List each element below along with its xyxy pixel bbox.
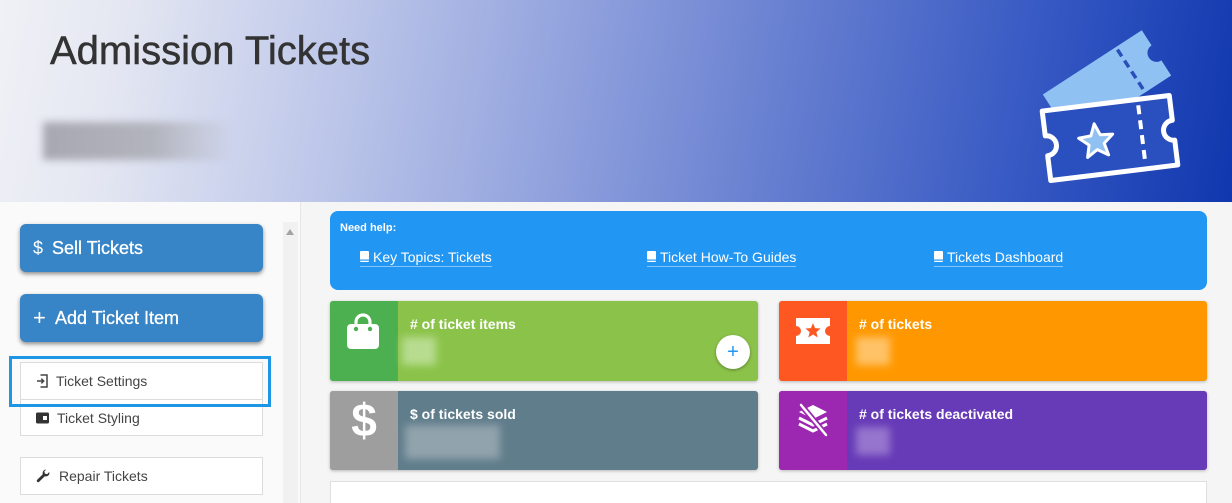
stat-card-icon-area xyxy=(779,301,847,381)
stat-label: # of tickets xyxy=(859,316,933,332)
redacted-subtitle xyxy=(43,122,233,160)
redacted-value xyxy=(856,427,890,455)
dollar-icon: $ xyxy=(33,238,44,258)
sidebar-item-label: Repair Tickets xyxy=(59,468,148,484)
book-icon xyxy=(934,251,943,262)
help-link-label: Tickets Dashboard xyxy=(947,248,1064,265)
wallet-icon xyxy=(36,412,49,423)
redacted-value xyxy=(856,337,890,365)
redacted-value xyxy=(402,337,436,365)
ticket-star-icon xyxy=(796,318,830,344)
content-panel xyxy=(330,481,1207,503)
help-panel: Need help: Key Topics: Tickets Ticket Ho… xyxy=(330,211,1207,290)
stat-card-icon-area xyxy=(330,301,398,381)
page-title: Admission Tickets xyxy=(50,29,371,74)
stat-card-tickets-deactivated: # of tickets deactivated xyxy=(779,391,1207,470)
scroll-up-arrow-icon[interactable] xyxy=(286,229,294,235)
stat-label: $ of tickets sold xyxy=(410,406,516,422)
book-icon xyxy=(360,251,369,262)
page-header: Admission Tickets xyxy=(0,0,1232,202)
layers-slash-icon xyxy=(798,403,829,437)
add-ticket-item-label: Add Ticket Item xyxy=(55,308,180,328)
sign-in-icon xyxy=(36,374,48,388)
help-title: Need help: xyxy=(340,222,397,234)
sidebar-scrollbar[interactable] xyxy=(283,222,298,503)
sell-tickets-label: Sell Tickets xyxy=(52,238,144,258)
help-link-how-to-guides[interactable]: Ticket How-To Guides xyxy=(647,247,797,267)
dollar-icon: $ xyxy=(351,394,377,446)
sell-tickets-button[interactable]: $ Sell Tickets xyxy=(20,224,263,272)
sidebar-item-ticket-settings[interactable]: Ticket Settings xyxy=(20,362,263,400)
stat-card-tickets: # of tickets xyxy=(779,301,1207,381)
sidebar-item-label: Ticket Styling xyxy=(57,409,140,426)
redacted-value xyxy=(405,425,500,459)
sidebar-item-label: Ticket Settings xyxy=(56,373,148,389)
plus-icon: + xyxy=(33,305,46,330)
shopping-bag-icon xyxy=(347,313,379,349)
sidebar-item-repair-tickets[interactable]: Repair Tickets xyxy=(20,457,263,495)
stat-card-icon-area: $ xyxy=(330,391,398,470)
admission-ticket-icon xyxy=(1039,30,1181,184)
help-link-key-topics[interactable]: Key Topics: Tickets xyxy=(360,247,492,267)
sidebar-item-ticket-styling[interactable]: Ticket Styling xyxy=(20,399,263,436)
help-link-label: Key Topics: Tickets xyxy=(373,248,492,265)
stat-label: # of ticket items xyxy=(410,316,516,332)
stat-card-ticket-items: # of ticket items + xyxy=(330,301,758,381)
wrench-icon xyxy=(36,469,50,483)
help-link-tickets-dashboard[interactable]: Tickets Dashboard xyxy=(934,247,1064,267)
help-link-label: Ticket How-To Guides xyxy=(660,248,797,265)
stat-card-tickets-sold: $ $ of tickets sold xyxy=(330,391,758,470)
add-ticket-item-fab[interactable]: + xyxy=(716,335,750,369)
add-ticket-item-button[interactable]: + Add Ticket Item xyxy=(20,294,263,342)
book-icon xyxy=(647,251,656,262)
stat-label: # of tickets deactivated xyxy=(859,406,1014,422)
stat-card-icon-area xyxy=(779,391,847,470)
